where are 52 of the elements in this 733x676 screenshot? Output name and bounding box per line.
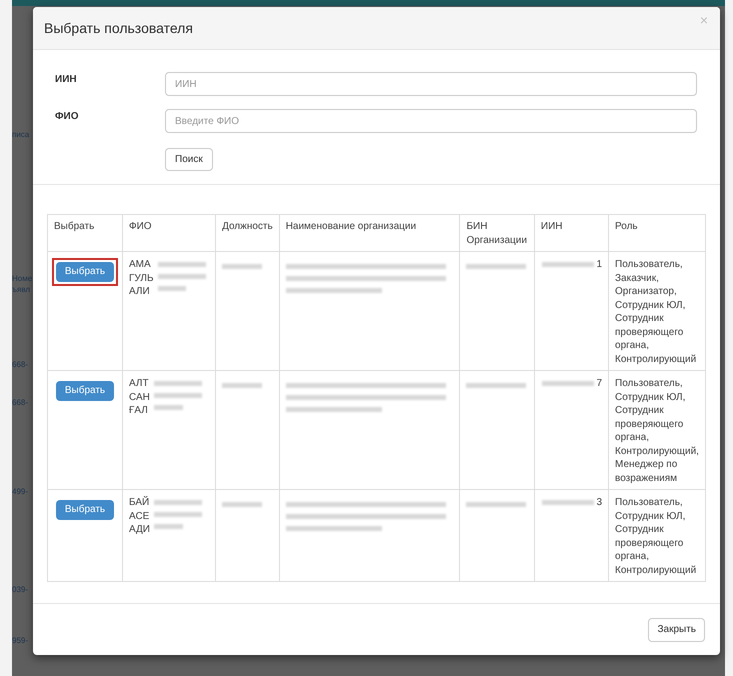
redacted-text xyxy=(466,264,526,269)
redacted-text xyxy=(222,383,262,388)
select-button[interactable]: Выбрать xyxy=(56,262,114,282)
name-fragment: АСЕ xyxy=(129,510,150,523)
name-fragment: САН xyxy=(129,390,150,404)
page-text: писа xyxy=(12,130,30,140)
column-header: Должность xyxy=(216,214,280,252)
input-field[interactable]: ИИН xyxy=(165,72,697,96)
column-header: Выбрать xyxy=(48,214,122,252)
redacted-text xyxy=(154,381,202,410)
name-fragment: ҒАЛ xyxy=(129,404,149,418)
name-fragment: АМА xyxy=(129,258,152,272)
redacted-text xyxy=(466,502,526,507)
field-label: ФИО xyxy=(55,110,80,124)
column-header: Наименование организации xyxy=(279,214,460,252)
redacted-text xyxy=(542,500,594,505)
column-header: ИИН xyxy=(534,214,609,252)
redacted-text xyxy=(466,383,526,388)
iin-digit: 3 xyxy=(596,496,602,510)
iin-digit: 1 xyxy=(596,258,602,272)
name-fragment: БАЙ xyxy=(129,496,150,510)
field-label: ИИН xyxy=(55,73,78,87)
role-text: Пользователь, Сотрудник ЮЛ, Сотрудник проверяющего органа, Контролирующий, Менеджер по возражениям xyxy=(615,378,699,484)
name-fragment: АЛИ xyxy=(129,285,151,298)
close-dialog-button[interactable]: Закрыть xyxy=(648,618,705,642)
redacted-text xyxy=(542,381,594,386)
role-text: Пользователь, Заказчик, Организатор, Сотрудник ЮЛ, Сотрудник проверяющего органа, Контролирующий xyxy=(615,259,696,364)
redacted-text xyxy=(542,262,594,267)
dialog-title: Выбрать пользователя xyxy=(44,18,193,38)
name-fragment: ГУЛЬ xyxy=(129,272,154,285)
iin-digit: 7 xyxy=(596,377,602,390)
redacted-text xyxy=(154,500,202,529)
page-text: 499- xyxy=(12,487,28,497)
input-field[interactable]: Введите ФИО xyxy=(165,109,697,133)
select-button[interactable]: Выбрать xyxy=(56,381,114,401)
select-button[interactable]: Выбрать xyxy=(56,500,114,520)
page-text: Номе xyxy=(12,274,32,284)
page-text: 039- xyxy=(12,585,28,595)
page-text: ъявл xyxy=(12,285,30,295)
page-text: 668- xyxy=(12,360,28,370)
column-header: Роль xyxy=(608,214,706,252)
role-text: Пользователь, Сотрудник ЮЛ, Сотрудник проверяющего органа, Контролирующий xyxy=(615,497,696,576)
page-text: 959- xyxy=(12,636,28,646)
search-button[interactable]: Поиск xyxy=(165,148,213,171)
redacted-text xyxy=(222,502,262,507)
redacted-text xyxy=(158,262,206,291)
column-header: БИН Организации xyxy=(460,214,534,252)
name-fragment: АЛТ xyxy=(129,377,150,390)
redacted-text xyxy=(222,264,262,269)
column-header: ФИО xyxy=(122,214,216,252)
page-text: 668- xyxy=(12,398,28,408)
name-fragment: АДИ xyxy=(129,523,150,536)
